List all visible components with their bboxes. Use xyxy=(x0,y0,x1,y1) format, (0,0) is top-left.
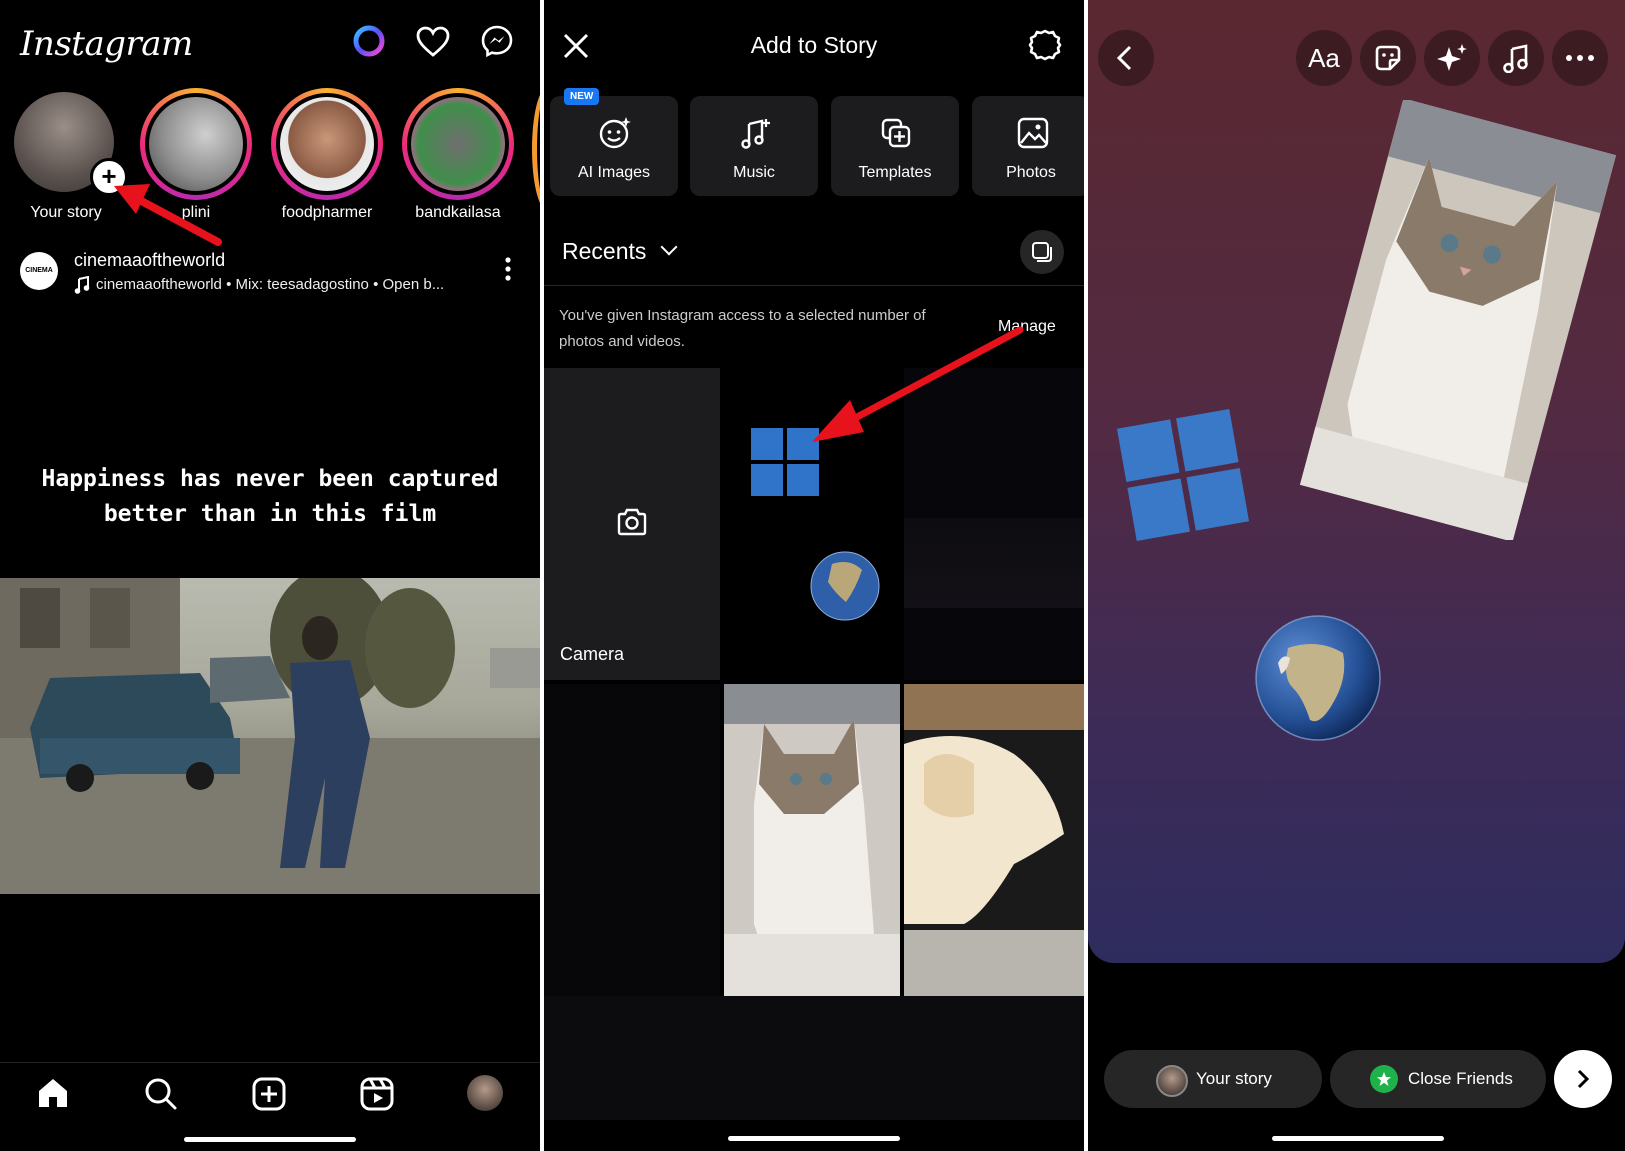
story-canvas[interactable]: Aa xyxy=(1088,0,1625,963)
chevron-right-icon xyxy=(1577,1069,1590,1089)
story-partial[interactable] xyxy=(532,88,540,210)
camera-cell[interactable]: Camera xyxy=(544,368,720,680)
sticker-icon xyxy=(1375,45,1401,71)
recents-dropdown[interactable]: Recents xyxy=(562,238,678,265)
earth-globe-sticker[interactable] xyxy=(1248,608,1388,748)
tile-photos[interactable]: Photos xyxy=(972,96,1084,196)
tile-music[interactable]: Music xyxy=(690,96,818,196)
gallery-item-dark-2[interactable] xyxy=(544,684,720,996)
heart-icon[interactable] xyxy=(416,26,450,58)
story-foodpharmer[interactable]: foodpharmer xyxy=(269,88,385,222)
back-button[interactable] xyxy=(1098,30,1154,86)
story-label: bandkailasa xyxy=(415,204,501,221)
text-tool[interactable]: Aa xyxy=(1296,30,1352,86)
tile-ai-images[interactable]: AI Images xyxy=(550,96,678,196)
settings-gear-icon[interactable] xyxy=(1028,28,1062,62)
post-author-avatar[interactable]: CINEMA xyxy=(20,252,58,290)
camera-label: Camera xyxy=(560,644,625,664)
share-label: Your story xyxy=(1196,1069,1272,1088)
post-caption-overlay: Happiness has never been captured better… xyxy=(0,462,540,532)
reels-icon[interactable] xyxy=(360,1077,394,1111)
home-icon[interactable] xyxy=(36,1077,70,1109)
post-username[interactable]: cinemaaoftheworld xyxy=(74,250,225,271)
profile-avatar[interactable] xyxy=(467,1075,503,1111)
story-editor-panel: Aa Your story Close Friends xyxy=(1088,0,1625,1151)
story-avatar-photo xyxy=(411,97,505,191)
caption-line: Happiness has never been captured xyxy=(41,466,499,492)
instagram-feed-panel: Instagram + Your story plini foodpharmer… xyxy=(0,0,540,1151)
music-note-icon xyxy=(74,276,90,294)
recents-label: Recents xyxy=(562,238,647,264)
cat-thumbnail xyxy=(724,684,900,996)
home-indicator xyxy=(1272,1136,1444,1141)
new-badge: NEW xyxy=(564,88,600,105)
tile-label: AI Images xyxy=(577,164,651,181)
sticker-button[interactable] xyxy=(1360,30,1416,86)
caption-line: better than in this film xyxy=(103,501,437,527)
tile-label: Music xyxy=(733,164,775,181)
back-icon xyxy=(1116,45,1132,71)
share-your-story-button[interactable]: Your story xyxy=(1104,1050,1322,1108)
more-options-icon[interactable] xyxy=(504,256,512,282)
home-indicator xyxy=(184,1137,356,1142)
more-icon xyxy=(1566,55,1594,61)
share-label: Close Friends xyxy=(1408,1069,1513,1088)
tile-label: Photos xyxy=(1006,164,1056,181)
meta-ai-icon[interactable] xyxy=(352,24,386,58)
gallery-item-cat[interactable] xyxy=(724,684,900,996)
avatar xyxy=(1156,1065,1188,1097)
post-header: CINEMA cinemaaoftheworld cinemaaofthewor… xyxy=(0,238,540,304)
red-arrow-annotation xyxy=(812,326,1024,442)
next-button[interactable] xyxy=(1554,1050,1612,1108)
tile-templates[interactable]: Templates xyxy=(831,96,959,196)
story-label: foodpharmer xyxy=(281,204,373,221)
sparkle-face-icon xyxy=(599,117,631,149)
windows-logo-sticker[interactable] xyxy=(1108,400,1258,550)
post-video-frame[interactable] xyxy=(0,578,540,894)
music-button[interactable] xyxy=(1488,30,1544,86)
search-icon[interactable] xyxy=(144,1077,178,1111)
create-icon[interactable] xyxy=(252,1077,286,1111)
templates-icon xyxy=(881,118,911,148)
story-avatar-photo xyxy=(280,97,374,191)
film-still-illustration xyxy=(0,578,540,894)
star-icon xyxy=(1377,1072,1391,1086)
divider xyxy=(544,285,1084,286)
add-to-story-panel: Add to Story AI Images NEW Music Templat… xyxy=(544,0,1084,1151)
gallery-item-dog[interactable] xyxy=(904,684,1084,996)
music-icon xyxy=(1503,44,1528,73)
messenger-icon[interactable] xyxy=(480,24,514,58)
close-friends-star-icon xyxy=(1370,1065,1398,1093)
effects-button[interactable] xyxy=(1424,30,1480,86)
story-bandkailasa[interactable]: bandkailasa xyxy=(400,88,516,222)
page-title: Add to Story xyxy=(750,32,878,58)
dog-thumbnail xyxy=(904,684,1084,996)
dark-photo-thumbnail xyxy=(904,518,1084,608)
music-note-icon xyxy=(741,119,770,149)
post-audio-subtitle[interactable]: cinemaaoftheworld • Mix: teesadagostino … xyxy=(96,276,444,293)
cat-photo-sticker[interactable] xyxy=(1298,100,1618,540)
home-indicator xyxy=(728,1136,900,1141)
instagram-logo: Instagram xyxy=(20,24,193,64)
select-multiple-button[interactable] xyxy=(1020,230,1064,274)
share-close-friends-button[interactable]: Close Friends xyxy=(1330,1050,1546,1108)
tile-label: Templates xyxy=(858,164,932,181)
effects-sparkle-icon xyxy=(1437,44,1467,71)
photos-icon xyxy=(1017,117,1049,149)
select-multiple-icon xyxy=(1032,242,1052,262)
camera-icon xyxy=(617,508,647,536)
more-button[interactable] xyxy=(1552,30,1608,86)
chevron-down-icon xyxy=(660,238,678,256)
bottom-spacer xyxy=(544,996,1084,1120)
bottom-navigation xyxy=(0,1062,540,1151)
